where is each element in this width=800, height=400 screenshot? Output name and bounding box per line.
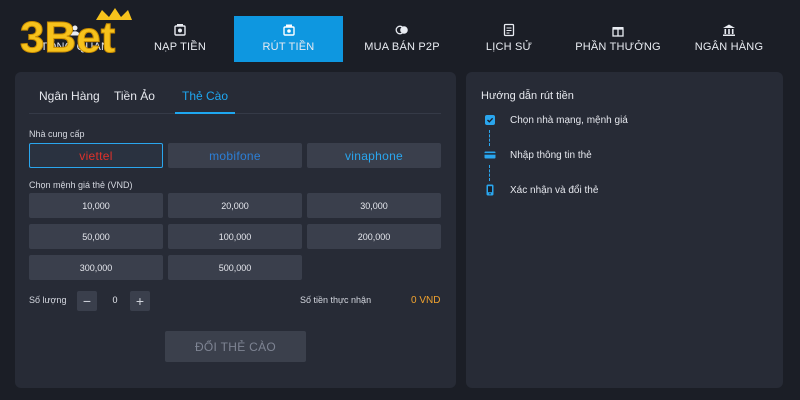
guide-step-text: Nhập thông tin thẻ [510,149,592,161]
bank-icon [722,23,736,37]
reward-icon [611,23,625,37]
nav-label: NGÂN HÀNG [694,41,764,53]
guide-title: Hướng dẫn rút tiền [481,90,574,102]
nav-lich-su[interactable]: LỊCH SỬ [461,16,557,62]
phone-icon [484,184,496,196]
quantity-value: 0 [112,295,118,305]
denomination-option[interactable]: 100,000 [168,224,302,249]
nav-ngan-hang[interactable]: NGÂN HÀNG [679,16,779,62]
provider-viettel[interactable]: viettel [29,143,163,168]
denomination-option[interactable]: 20,000 [168,193,302,218]
receive-amount-label: Số tiền thực nhận [300,295,372,305]
denomination-option[interactable]: 200,000 [307,224,441,249]
denomination-option[interactable]: 50,000 [29,224,163,249]
provider-vinaphone[interactable]: vinaphone [307,143,441,168]
exchange-card-button[interactable]: ĐỔI THẺ CÀO [165,331,306,362]
top-nav: TỔNG QUAN NẠP TIỀN RÚT TIỀN MUA BÁN P2P … [0,0,800,63]
denomination-option[interactable]: 300,000 [29,255,163,280]
step-connector [489,165,491,181]
denomination-label: Chọn mệnh giá thẻ (VND) [29,180,133,190]
tab-ngan-hang[interactable]: Ngân Hàng [39,84,100,114]
brand-logo[interactable]: 3Bet [14,4,164,63]
denomination-option[interactable]: 10,000 [29,193,163,218]
card-icon [484,149,496,161]
check-card-icon [484,114,496,126]
withdraw-icon [282,23,296,37]
nav-rut-tien[interactable]: RÚT TIỀN [234,16,343,62]
step-connector [489,130,491,146]
withdraw-tabs: Ngân Hàng Tiền Ảo Thẻ Cào [29,84,441,114]
withdraw-panel: Ngân Hàng Tiền Ảo Thẻ Cào Nhà cung cấp v… [15,72,456,388]
svg-text:3Bet: 3Bet [20,13,116,60]
guide-step: Xác nhận và đổi thẻ [484,184,598,196]
deposit-icon [173,23,187,37]
guide-step-text: Chọn nhà mạng, mệnh giá [510,114,628,126]
nav-label: LỊCH SỬ [485,41,533,53]
denomination-option[interactable]: 30,000 [307,193,441,218]
nav-label: RÚT TIỀN [262,41,315,53]
tab-tien-ao[interactable]: Tiền Ảo [114,84,155,114]
coins-icon [395,23,409,37]
withdraw-guide-panel: Hướng dẫn rút tiền Chọn nhà mạng, mệnh g… [466,72,783,388]
nav-label: PHẦN THƯỞNG [575,41,661,53]
guide-step: Nhập thông tin thẻ [484,149,592,161]
tab-the-cao[interactable]: Thẻ Cào [175,84,235,114]
receive-amount-value: 0 VND [411,295,441,306]
quantity-label: Số lượng [29,295,67,305]
guide-step: Chọn nhà mạng, mệnh giá [484,114,628,126]
nav-phan-thuong[interactable]: PHẦN THƯỞNG [557,16,679,62]
history-icon [502,23,516,37]
quantity-increase-button[interactable]: + [130,291,150,311]
provider-label: Nhà cung cấp [29,129,85,139]
nav-label: MUA BÁN P2P [364,41,440,53]
provider-mobifone[interactable]: mobifone [168,143,302,168]
nav-mua-ban-p2p[interactable]: MUA BÁN P2P [343,16,461,62]
guide-step-text: Xác nhận và đổi thẻ [510,184,599,196]
quantity-decrease-button[interactable]: − [77,291,97,311]
denomination-option[interactable]: 500,000 [168,255,302,280]
